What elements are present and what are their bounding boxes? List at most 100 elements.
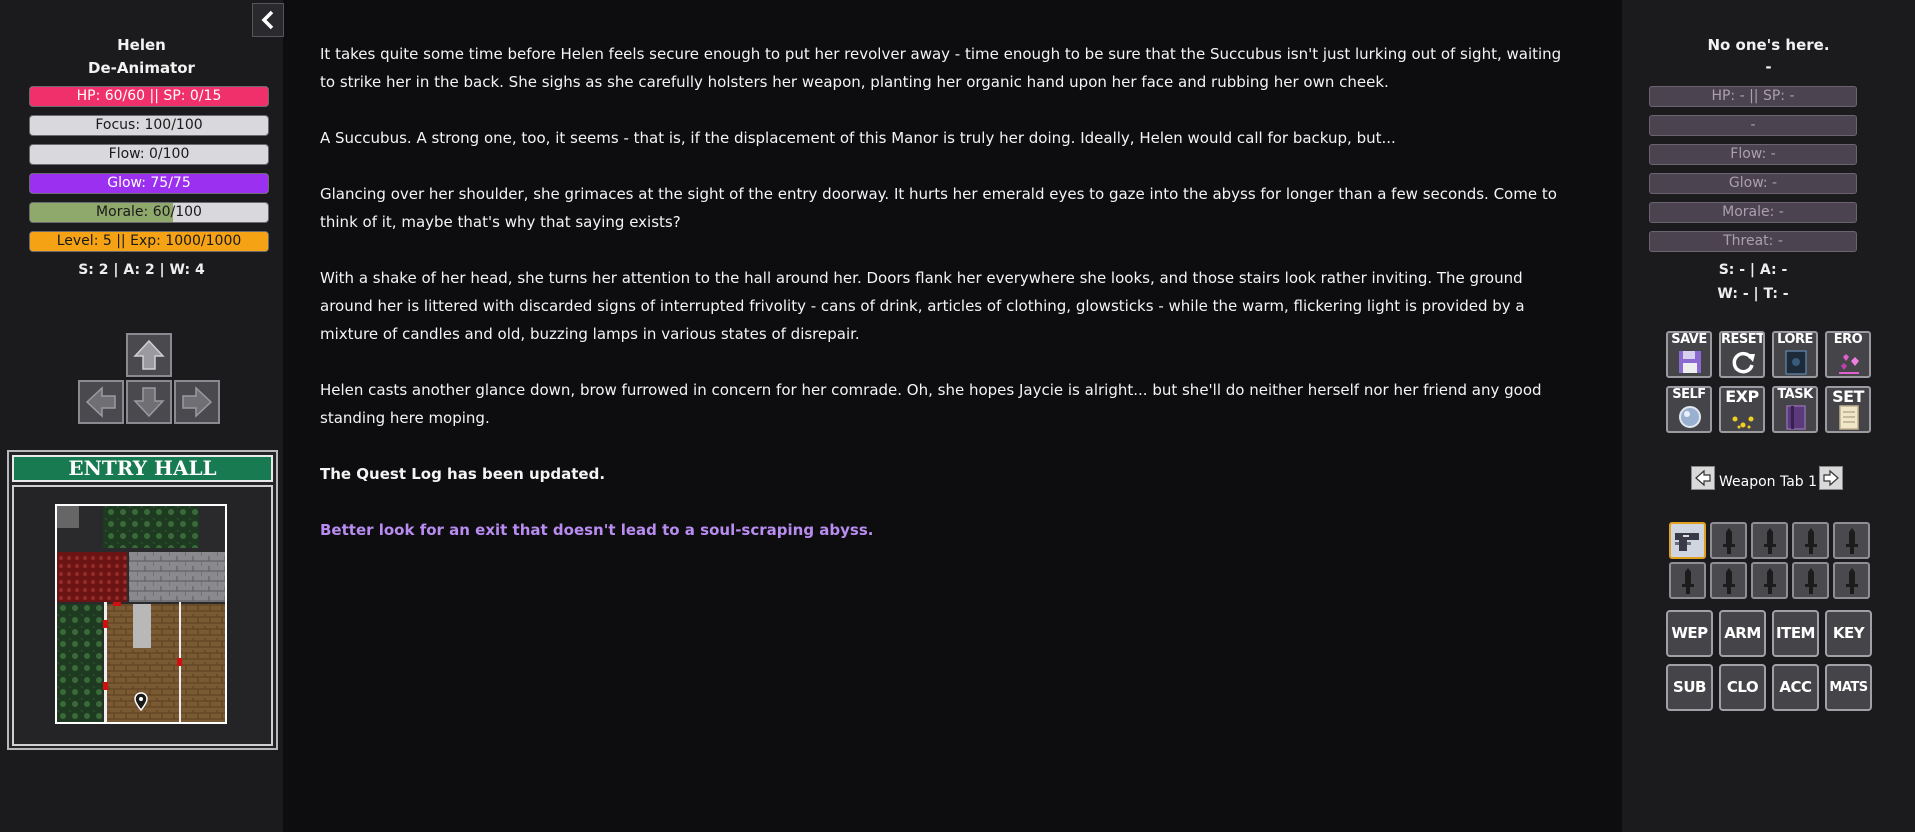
dagger-silhouette-icon: [1763, 567, 1776, 594]
glow-text: Glow: 75/75: [107, 175, 191, 191]
enemy-glow-bar: Glow: -: [1649, 173, 1857, 194]
weapon-slot[interactable]: [1710, 522, 1747, 559]
category-key-button[interactable]: KEY: [1825, 610, 1872, 657]
weapon-slot[interactable]: [1833, 522, 1870, 559]
glow-bar: Glow: 75/75: [29, 173, 269, 194]
focus-bar: Focus: 100/100: [29, 115, 269, 136]
reset-cycle-icon: [1732, 351, 1755, 374]
enemy-flow-bar: Flow: -: [1649, 144, 1857, 165]
exp-sparkles-icon: [1732, 416, 1754, 429]
category-wep-button[interactable]: WEP: [1666, 610, 1713, 657]
weapon-slot[interactable]: [1792, 522, 1829, 559]
dagger-silhouette-icon: [1722, 567, 1735, 594]
enemy-subtitle: -: [1765, 58, 1772, 76]
set-button[interactable]: SET: [1825, 386, 1871, 433]
save-label: SAVE: [1671, 332, 1707, 347]
move-left-button[interactable]: [78, 380, 124, 424]
enemy-stats-wt: W: - | T: -: [1717, 286, 1789, 302]
dagger-silhouette-icon: [1845, 567, 1858, 594]
quest-notice: The Quest Log has been updated.: [320, 465, 606, 483]
weapon-slot[interactable]: [1669, 562, 1706, 599]
self-orb-icon: [1679, 406, 1701, 428]
story-paragraph: A Succubus. A strong one, too, it seems …: [320, 129, 1396, 147]
category-item-button[interactable]: ITEM: [1772, 610, 1819, 657]
focus-text: Focus: 100/100: [95, 117, 203, 133]
next-tab-icon: [1823, 469, 1839, 487]
hint-text: Better look for an exit that doesn't lea…: [320, 521, 874, 539]
prev-weapon-tab-button[interactable]: [1691, 466, 1715, 490]
enemy-focus-bar: -: [1649, 115, 1857, 136]
arrow-up-icon: [133, 339, 165, 370]
self-label: SELF: [1672, 387, 1706, 402]
task-button[interactable]: TASK: [1772, 386, 1818, 433]
weapon-slot-active[interactable]: [1669, 522, 1706, 559]
weapon-slot[interactable]: [1751, 522, 1788, 559]
dagger-silhouette-icon: [1804, 527, 1817, 554]
minimap[interactable]: [55, 504, 227, 724]
story-paragraph: With a shake of her head, she turns her …: [320, 269, 1525, 343]
story-panel: It takes quite some time before Helen fe…: [320, 40, 1580, 572]
ero-label: ERO: [1833, 332, 1863, 347]
prev-tab-icon: [1695, 469, 1711, 487]
level-exp-text: Level: 5 || Exp: 1000/1000: [56, 233, 242, 249]
enemy-panel: No one's here. - HP: - || SP: - - Flow: …: [1622, 0, 1915, 832]
floppy-disk-icon: [1679, 351, 1701, 373]
enemy-morale-bar: Morale: -: [1649, 202, 1857, 223]
category-sub-button[interactable]: SUB: [1666, 664, 1713, 711]
move-up-button[interactable]: [126, 333, 172, 377]
hp-sp-bar: HP: 60/60 || SP: 0/15: [29, 86, 269, 107]
task-journal-icon: [1786, 405, 1806, 430]
move-right-button[interactable]: [174, 380, 220, 424]
arrow-right-icon: [182, 386, 213, 418]
player-name: Helen: [117, 36, 166, 54]
flow-text: Flow: 0/100: [108, 146, 190, 162]
dagger-silhouette-icon: [1763, 527, 1776, 554]
task-label: TASK: [1777, 387, 1813, 402]
save-button[interactable]: SAVE: [1666, 331, 1712, 378]
dagger-silhouette-icon: [1804, 567, 1817, 594]
reset-button[interactable]: RESET: [1719, 331, 1765, 378]
move-down-button[interactable]: [126, 380, 172, 424]
lore-book-icon: [1785, 350, 1807, 375]
player-class: De-Animator: [88, 59, 195, 77]
level-exp-bar: Level: 5 || Exp: 1000/1000: [29, 231, 269, 252]
exp-button[interactable]: EXP: [1719, 386, 1765, 433]
story-paragraph: It takes quite some time before Helen fe…: [320, 45, 1562, 91]
chevron-left-icon: [261, 10, 274, 30]
enemy-threat-bar: Threat: -: [1649, 231, 1857, 252]
collapse-left-button[interactable]: [252, 3, 284, 37]
lore-button[interactable]: LORE: [1772, 331, 1818, 378]
lore-label: LORE: [1777, 332, 1813, 347]
story-paragraph: Helen casts another glance down, brow fu…: [320, 381, 1542, 427]
weapon-slot[interactable]: [1751, 562, 1788, 599]
next-weapon-tab-button[interactable]: [1819, 466, 1843, 490]
ero-button[interactable]: ERO: [1825, 331, 1871, 378]
self-button[interactable]: SELF: [1666, 386, 1712, 433]
hp-sp-text: HP: 60/60 || SP: 0/15: [76, 88, 222, 104]
category-clo-button[interactable]: CLO: [1719, 664, 1766, 711]
dagger-silhouette-icon: [1681, 567, 1694, 594]
enemy-hp-bar: HP: - || SP: -: [1649, 86, 1857, 107]
ero-hearts-icon: [1839, 354, 1859, 374]
flow-bar: Flow: 0/100: [29, 144, 269, 165]
morale-text: Morale: 60/100: [96, 204, 202, 220]
reset-label: RESET: [1721, 332, 1765, 347]
weapon-slot[interactable]: [1710, 562, 1747, 599]
enemy-name: No one's here.: [1707, 36, 1830, 54]
player-panel: Helen De-Animator HP: 60/60 || SP: 0/15 …: [0, 0, 283, 832]
story-paragraph: Glancing over her shoulder, she grimaces…: [320, 185, 1557, 231]
map-title: ENTRY HALL: [12, 455, 273, 482]
weapon-slot[interactable]: [1792, 562, 1829, 599]
enemy-stats-sa: S: - | A: -: [1718, 262, 1788, 278]
category-arm-button[interactable]: ARM: [1719, 610, 1766, 657]
category-acc-button[interactable]: ACC: [1772, 664, 1819, 711]
weapon-slot[interactable]: [1833, 562, 1870, 599]
dagger-silhouette-icon: [1845, 527, 1858, 554]
player-stats: S: 2 | A: 2 | W: 4: [78, 262, 205, 278]
location-pin-icon: [134, 692, 148, 712]
morale-bar: Morale: 60/100: [29, 202, 269, 223]
category-mats-button[interactable]: MATS: [1825, 664, 1872, 711]
settings-notepad-icon: [1839, 405, 1859, 430]
arrow-left-icon: [85, 386, 116, 418]
weapon-tab-label: Weapon Tab 1: [1719, 474, 1818, 490]
